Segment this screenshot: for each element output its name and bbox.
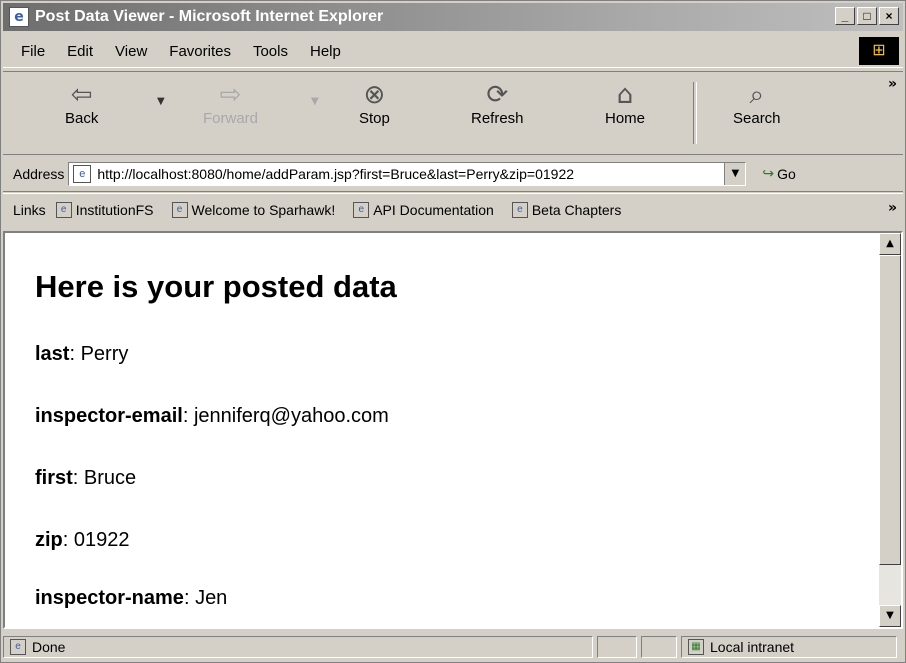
toolbar-separator [693,82,697,144]
home-label: Home [605,110,646,127]
title-bar: e Post Data Viewer - Microsoft Internet … [3,3,903,31]
address-input[interactable]: e http://localhost:8080/home/addParam.js… [68,162,747,186]
browser-window: e Post Data Viewer - Microsoft Internet … [0,0,906,663]
forward-arrow-icon: ⇨ [219,80,242,110]
address-dropdown-icon[interactable]: ▼ [724,163,746,185]
zone-text: Local intranet [710,639,795,655]
field-name: inspector-email [35,405,183,427]
links-overflow-icon[interactable]: » [888,200,897,216]
address-url[interactable]: http://localhost:8080/home/addParam.jsp?… [97,166,574,182]
field-name: zip [35,529,63,551]
link-beta-chapters[interactable]: e Beta Chapters [511,202,622,218]
field-name: last [35,343,70,365]
menu-view[interactable]: View [111,41,151,62]
close-button[interactable]: × [879,7,899,25]
field-value: Bruce [83,467,137,489]
standard-toolbar: ⇦ Back ▼ ⇨ Forward ▼ ⊗ Stop ⟳ Refresh ⌂ … [3,71,903,155]
maximize-button[interactable]: □ [857,7,877,25]
ie-page-icon: e [511,202,528,218]
link-api-documentation[interactable]: e API Documentation [353,202,494,218]
status-bar: e Done ▦ Local intranet [3,633,903,661]
menu-edit[interactable]: Edit [63,41,97,62]
link-label: InstitutionFS [75,202,154,218]
address-label: Address [13,166,65,182]
address-bar: Address e http://localhost:8080/home/add… [3,157,903,192]
status-pane-empty [641,636,677,658]
menu-help[interactable]: Help [306,41,345,62]
home-icon: ⌂ [616,80,634,110]
refresh-button[interactable]: ⟳ Refresh [471,80,524,127]
menu-favorites[interactable]: Favorites [165,41,235,62]
scroll-thumb[interactable] [879,255,901,565]
refresh-icon: ⟳ [486,80,509,110]
window-controls: _ □ × [835,7,899,25]
ie-page-icon: e [10,639,26,655]
go-arrow-icon: ↪ [762,166,775,182]
home-button[interactable]: ⌂ Home [605,80,645,127]
field-name: inspector-name [35,587,184,609]
forward-button[interactable]: ⇨ Forward [203,80,258,127]
menu-bar: File Edit View Favorites Tools Help ⊞ [3,35,903,68]
links-label: Links [13,202,46,218]
scroll-down-icon[interactable]: ▼ [879,605,901,627]
search-label: Search [733,110,781,127]
link-label: Welcome to Sparhawk! [191,202,336,218]
status-pane: e Done [3,636,593,658]
field-value: Perry [80,343,129,365]
ie-page-icon: e [9,7,29,27]
data-row: inspector-email: jenniferq@yahoo.com [35,405,389,427]
forward-label: Forward [203,110,259,127]
zone-pane: ▦ Local intranet [681,636,897,658]
data-row: zip: 01922 [35,529,130,551]
search-button[interactable]: ⌕ Search [733,80,781,127]
windows-logo-icon: ⊞ [859,37,899,65]
stop-button[interactable]: ⊗ Stop [359,80,390,127]
search-icon: ⌕ [749,80,765,110]
links-bar: Links e InstitutionFS e Welcome to Sparh… [3,193,903,226]
menu-file[interactable]: File [17,41,49,62]
window-title: Post Data Viewer - Microsoft Internet Ex… [35,8,384,25]
refresh-label: Refresh [471,110,524,127]
forward-dropdown[interactable]: ▼ [311,96,319,107]
back-label: Back [65,110,99,127]
toolbar-overflow-icon[interactable]: » [888,76,897,92]
status-text: Done [32,639,66,655]
vertical-scrollbar[interactable]: ▲ ▼ [879,233,901,627]
ie-page-icon: e [353,202,370,218]
scroll-up-icon[interactable]: ▲ [879,233,901,255]
back-arrow-icon: ⇦ [70,80,93,110]
link-label: Beta Chapters [531,202,622,218]
link-institutionfs[interactable]: e InstitutionFS [55,202,154,218]
field-value: jenniferq@yahoo.com [193,405,389,427]
data-row: inspector-name: Jen [35,587,228,609]
stop-label: Stop [359,110,390,127]
field-name: first [35,467,73,489]
go-button[interactable]: ↪ Go [762,166,795,182]
stop-icon: ⊗ [363,80,386,110]
back-button[interactable]: ⇦ Back [65,80,98,127]
minimize-button[interactable]: _ [835,7,855,25]
go-label: Go [777,166,796,182]
back-dropdown[interactable]: ▼ [157,96,165,107]
data-row: first: Bruce [35,467,137,489]
ie-page-icon: e [73,165,92,183]
field-value: 01922 [73,529,130,551]
intranet-zone-icon: ▦ [688,639,704,655]
data-row: last: Perry [35,343,129,365]
page-content: Here is your posted data last: Perry ins… [3,231,903,629]
status-pane-empty [597,636,637,658]
ie-page-icon: e [171,202,188,218]
menu-tools[interactable]: Tools [249,41,292,62]
page-title: Here is your posted data [35,269,397,304]
link-welcome-sparhawk[interactable]: e Welcome to Sparhawk! [171,202,336,218]
field-value: Jen [195,587,228,609]
ie-page-icon: e [55,202,72,218]
link-label: API Documentation [373,202,494,218]
